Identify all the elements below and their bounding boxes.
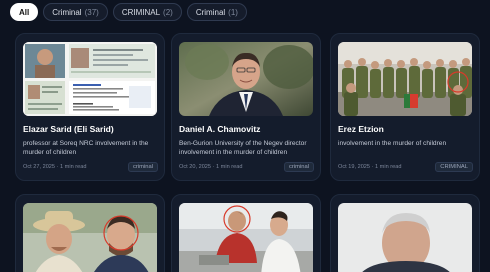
post-thumbnail[interactable] [23,203,157,272]
post-card[interactable] [330,194,480,272]
post-card[interactable]: Elazar Sarid (Eli Sarid) professor at So… [15,33,165,181]
post-card[interactable] [15,194,165,272]
filter-count: (37) [84,7,99,17]
group-photo [338,42,472,116]
category-tag[interactable]: criminal [284,162,314,172]
post-thumbnail[interactable] [338,203,472,272]
post-meta: Oct 20, 2025 · 1 min read [179,164,243,170]
portrait-photo [338,203,472,272]
filter-count: (1) [228,7,238,17]
category-tag[interactable]: criminal [128,162,158,172]
category-tag[interactable]: CRIMINAL [435,162,473,172]
filter-criminal-alt[interactable]: Criminal (1) [186,3,247,21]
filter-count: (2) [163,7,173,17]
post-title[interactable]: Daniel A. Chamovitz [179,124,315,134]
post-description: Ben-Gurion University of the Negev direc… [179,140,307,156]
post-meta: Oct 19, 2025 · 1 min read [338,164,402,170]
filter-label: Criminal [52,7,82,17]
filter-label: All [19,7,30,17]
filter-label: Criminal [195,7,226,17]
post-meta: Oct 27, 2025 · 1 min read [23,164,87,170]
filter-criminal-upper[interactable]: CRIMINAL (2) [112,3,182,21]
post-description: involvement in the murder of children [338,140,447,147]
post-thumbnail[interactable] [23,42,157,116]
post-card[interactable]: Daniel A. Chamovitz Ben-Gurion Universit… [171,33,321,181]
filter-all[interactable]: All [10,3,39,21]
post-title[interactable]: Erez Etzion [338,124,474,134]
lab-photo [179,203,313,272]
post-title[interactable]: Elazar Sarid (Eli Sarid) [23,124,159,134]
post-card[interactable] [171,194,321,272]
post-thumbnail[interactable] [179,203,313,272]
portrait-photo [179,42,313,116]
post-card[interactable]: Erez Etzion involvement in the murder of… [330,33,480,181]
filter-label: CRIMINAL [121,7,161,17]
document-collage-image [23,42,157,116]
filter-bar: All Criminal (37) CRIMINAL (2) Criminal … [10,3,247,21]
filter-criminal[interactable]: Criminal (37) [43,3,108,21]
two-men-photo [23,203,157,272]
post-thumbnail[interactable] [338,42,472,116]
post-thumbnail[interactable] [179,42,313,116]
post-description: professor at Soreq NRC involvement in th… [23,140,149,156]
